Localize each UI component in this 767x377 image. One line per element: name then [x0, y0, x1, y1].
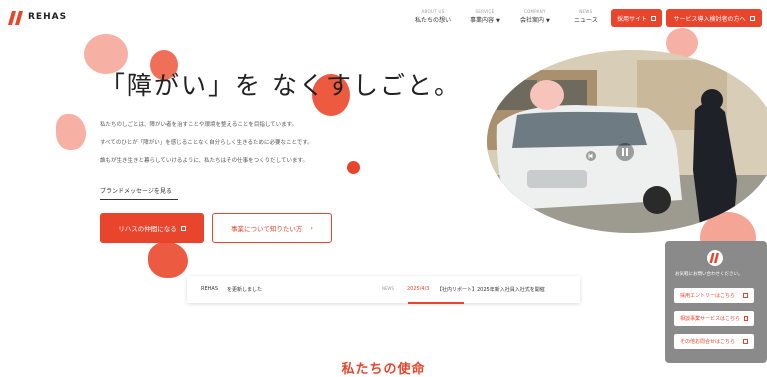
news-label: NEWS	[382, 286, 395, 291]
service-info-button[interactable]: 事業について知りたい方 ›	[212, 213, 332, 243]
external-link-icon	[743, 293, 748, 298]
nav-company[interactable]: COMPANY 会社案内 ▼	[520, 9, 550, 24]
logo-text[interactable]: REHAS	[28, 12, 67, 22]
service-inquiry-label: サービス導入検討者の方へ	[673, 15, 746, 23]
external-link-icon	[749, 15, 755, 21]
news-title[interactable]: 【社内リポート】2025年新入社員入社式を開催	[437, 286, 545, 293]
nav-news[interactable]: NEWS ニュース	[574, 9, 598, 24]
contact-panel: お気軽にお問い合わせください。 採用エントリーはこちら 相談事業サービスはこちら…	[665, 241, 767, 363]
external-link-icon	[743, 339, 748, 344]
news-left-tag: REHAS	[201, 286, 218, 292]
hero-line-2: すべてのひとが「障がい」を感じることなく自分らしく生きるために必要なことです。	[100, 140, 313, 146]
brand-message-link[interactable]: ブランドメッセージを見る	[100, 186, 178, 200]
hero-video[interactable]	[487, 50, 767, 233]
service-info-label: 事業について知りたい方	[231, 225, 303, 233]
join-us-button[interactable]: リハスの仲間になる	[100, 213, 204, 243]
nav-company-label: 会社案内	[520, 17, 545, 24]
pause-icon[interactable]	[616, 143, 634, 161]
nav-about[interactable]: ABOUT US 私たちの想い	[415, 9, 451, 24]
nav-about-label: 私たちの想い	[415, 17, 452, 24]
decorative-blob	[530, 80, 564, 110]
consult-service-label: 相談事業サービスはこちら	[680, 316, 741, 322]
recruit-site-label: 採用サイト	[616, 15, 647, 23]
recruit-site-button[interactable]: 採用サイト	[611, 9, 662, 27]
chevron-down-icon: ▼	[496, 18, 500, 24]
contact-panel-heading: お気軽にお問い合わせください。	[675, 272, 743, 277]
decorative-blob	[148, 242, 188, 278]
other-inquiry-label: その他お問合せはこちら	[680, 339, 736, 345]
consult-service-button[interactable]: 相談事業サービスはこちら	[674, 311, 754, 326]
news-ticker[interactable]: REHAS を更新しました NEWS 2025/4/3 【社内リポート】2025…	[187, 276, 580, 304]
service-inquiry-button[interactable]: サービス導入検討者の方へ	[666, 9, 762, 27]
hero-photo	[487, 50, 767, 233]
logo-badge-icon	[707, 250, 723, 266]
nav-service-label: 事業内容	[470, 17, 495, 24]
external-link-icon	[651, 15, 656, 21]
previous-icon[interactable]	[586, 146, 596, 161]
decorative-blob	[56, 114, 86, 150]
recruit-entry-button[interactable]: 採用エントリーはこちら	[674, 288, 754, 303]
external-link-icon	[744, 316, 748, 321]
chevron-down-icon: ▼	[546, 18, 550, 24]
news-progress	[408, 302, 464, 304]
external-link-icon	[180, 225, 186, 231]
logo-icon[interactable]	[8, 10, 24, 26]
news-left-text: を更新しました	[227, 287, 263, 293]
decorative-dot	[347, 161, 360, 174]
nav-news-label: ニュース	[574, 17, 598, 24]
hero-title: 「障がい」を なくすしごと。	[100, 71, 461, 100]
chevron-right-icon: ›	[310, 224, 313, 232]
hero-line-3: 誰もが生き生きと暮らしていけるように、私たちはその仕事をつくりだしています。	[100, 158, 308, 164]
join-us-label: リハスの仲間になる	[118, 225, 177, 233]
other-inquiry-button[interactable]: その他お問合せはこちら	[674, 334, 754, 349]
nav-service[interactable]: SERVICE 事業内容 ▼	[470, 9, 500, 24]
recruit-entry-label: 採用エントリーはこちら	[680, 293, 736, 299]
hero-line-1: 私たちのしごとは、障がい者を治すことや環境を整えることを目指しています。	[100, 122, 298, 128]
news-date: 2025/4/3	[407, 286, 430, 292]
section-title: 私たちの使命	[341, 362, 426, 377]
